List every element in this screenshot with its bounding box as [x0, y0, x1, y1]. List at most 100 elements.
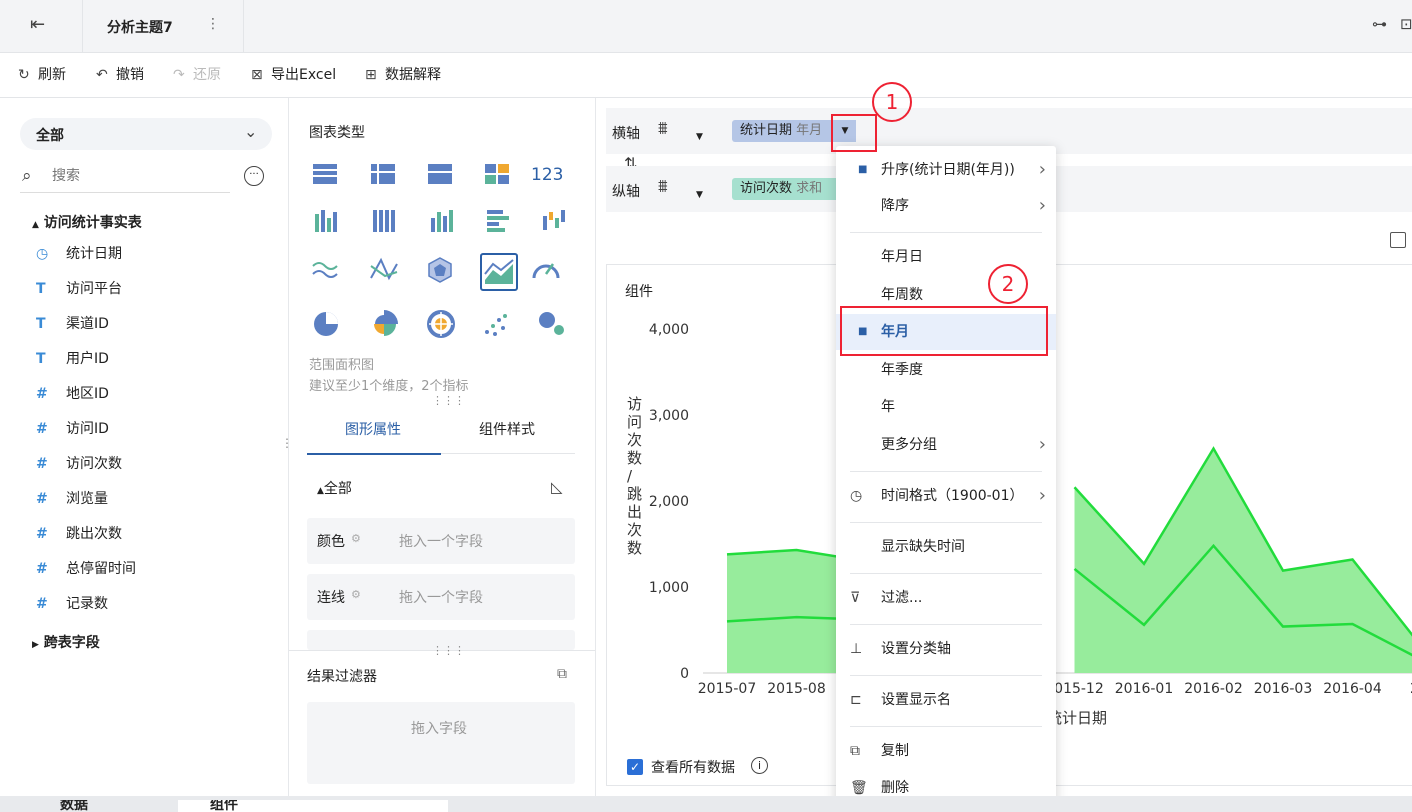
tab-component[interactable]: 组件 [178, 800, 448, 812]
undo-button[interactable]: ↶ 撤销 [96, 53, 144, 97]
color-property[interactable]: 颜色 ⚙ 拖入一个字段 [307, 518, 575, 564]
menu-time-format[interactable]: ◷ 时间格式（1900-01） › [836, 478, 1056, 514]
clock-icon: ◷ [850, 488, 863, 504]
field-item[interactable]: # 跳出次数 [36, 522, 122, 546]
menu-year-month-day[interactable]: 年月日 [836, 239, 1056, 275]
chevron-right-icon: › [1038, 485, 1046, 506]
text-field-icon: T [36, 351, 46, 367]
filter-icon: ⊽ [850, 590, 861, 606]
redo-button[interactable]: ↷ 还原 [173, 53, 221, 97]
x-tick-label: 2016-01 [1115, 681, 1174, 697]
y-axis-title-char: 问 [627, 413, 643, 431]
connect-line-property[interactable]: 连线 ⚙ 拖入一个字段 [307, 574, 575, 620]
y-tick-label: 0 [680, 666, 689, 682]
scope-select[interactable]: 全部 ⌄ [20, 118, 272, 150]
chevron-down-icon: ⌄ [244, 122, 258, 141]
more-icon[interactable]: ⋮ [206, 16, 220, 32]
field-item[interactable]: # 浏览量 [36, 487, 108, 511]
menu-separator [850, 232, 1042, 233]
field-item[interactable]: # 访问ID [36, 417, 109, 441]
y-tick-label: 1,000 [649, 580, 689, 596]
menu-asc[interactable]: ■ 升序(统计日期(年月)) › [836, 152, 1056, 188]
area-type-icon[interactable]: ◺ [551, 478, 563, 496]
kpi-card-icon [485, 164, 509, 184]
field-item[interactable]: T 用户ID [36, 347, 109, 371]
menu-desc[interactable]: 降序 › [836, 188, 1056, 224]
gear-icon[interactable]: ⚙ [351, 588, 361, 601]
tab-graphic-properties[interactable]: 图形属性 [307, 406, 441, 455]
stacked-bar-icon [373, 210, 395, 232]
dashboard-icon[interactable]: ⊡ [1400, 15, 1412, 33]
bar-chart-icon [431, 210, 453, 232]
analysis-title[interactable]: 分析主题7 [107, 17, 173, 37]
caret-down-icon[interactable]: ▼ [696, 132, 703, 142]
field-item[interactable]: ◷ 统计日期 [36, 242, 122, 266]
y-axis-title: 访问次数 / 跳出次数 [627, 395, 647, 557]
flow-icon[interactable]: ⊶ [1372, 15, 1387, 33]
show-all-checkbox[interactable]: ✓ [627, 759, 643, 775]
refresh-button[interactable]: ↻ 刷新 [18, 53, 66, 97]
menu-separator [850, 726, 1042, 727]
drag-handle[interactable]: ⋮⋮⋮ [432, 644, 465, 657]
info-icon[interactable]: i [751, 757, 768, 774]
y-axis-type-icon[interactable]: ⩩ [658, 176, 668, 197]
cross-table-node[interactable]: ▶ 跨表字段 [32, 632, 100, 652]
refresh-icon: ↻ [18, 67, 30, 83]
menu-show-missing[interactable]: 显示缺失时间 [836, 529, 1056, 565]
chart-type-hint-desc: 建议至少1个维度，2个指标 [309, 379, 469, 394]
field-label: 总停留时间 [66, 561, 136, 577]
all-section[interactable]: ▲全部 [317, 478, 352, 498]
field-item[interactable]: T 访问平台 [36, 277, 122, 301]
field-item[interactable]: # 地区ID [36, 382, 109, 406]
result-filter-dropzone[interactable]: 拖入字段 [307, 702, 575, 784]
gear-icon[interactable]: ⚙ [351, 532, 361, 545]
number-field-icon: # [36, 456, 48, 472]
menu-separator [850, 624, 1042, 625]
menu-separator [850, 675, 1042, 676]
tab-data[interactable]: 数据 [24, 800, 176, 812]
export-excel-button[interactable]: ⊠ 导出Excel [251, 53, 336, 97]
menu-year[interactable]: 年 [836, 389, 1056, 425]
menu-set-category-axis[interactable]: ⊥ 设置分类轴 [836, 631, 1056, 667]
field-label: 地区ID [66, 386, 109, 402]
x-axis-type-icon[interactable]: ⩩ [658, 118, 668, 139]
category-axis-icon: ⊥ [850, 641, 863, 657]
filter-settings-icon[interactable]: ⧉ [557, 666, 567, 682]
selected-dot-icon: ■ [858, 164, 868, 175]
chart-type-hint-name: 范围面积图 [309, 358, 375, 373]
data-explain-button[interactable]: ⊞ 数据解释 [365, 53, 441, 97]
field-item[interactable]: # 总停留时间 [36, 557, 136, 581]
number-field-icon: # [36, 526, 48, 542]
menu-set-display-name[interactable]: ⊏ 设置显示名 [836, 682, 1056, 718]
field-item[interactable]: # 访问次数 [36, 452, 122, 476]
x-tick-label: 2016-04 [1323, 681, 1382, 697]
option-checkbox[interactable] [1390, 232, 1406, 248]
date-field-icon: ◷ [36, 246, 49, 262]
menu-separator [850, 573, 1042, 574]
tab-component-style[interactable]: 组件样式 [441, 406, 575, 453]
menu-filter[interactable]: ⊽ 过滤... [836, 580, 1056, 616]
number-field-icon: # [36, 421, 48, 437]
text-field-icon: T [36, 316, 46, 332]
search-input[interactable] [50, 167, 224, 185]
chevron-right-icon: › [1038, 159, 1046, 180]
more-options-icon[interactable]: ··· [244, 166, 264, 186]
y-axis-label: 纵轴 [612, 184, 640, 200]
scope-value: 全部 [36, 128, 64, 144]
y-axis-title-char: 跳 [627, 485, 643, 503]
search-icon: ⌕ [22, 166, 32, 186]
menu-more-group[interactable]: 更多分组 › [836, 427, 1056, 463]
menu-copy[interactable]: ⧉ 复制 [836, 733, 1056, 769]
x-tick-label: 2016-02 [1184, 681, 1243, 697]
field-label: 访问ID [66, 421, 109, 437]
exit-icon[interactable]: ⇤ [30, 14, 45, 35]
y-axis-title-char: 次 [627, 431, 643, 449]
number-field-icon: # [36, 491, 48, 507]
field-item[interactable]: T 渠道ID [36, 312, 109, 336]
menu-year-quarter[interactable]: 年季度 [836, 352, 1056, 388]
table-node[interactable]: ▲ 访问统计事实表 [32, 212, 142, 232]
y-axis-title-char: 次 [627, 521, 643, 539]
field-item[interactable]: # 记录数 [36, 592, 108, 616]
caret-down-icon[interactable]: ▼ [696, 190, 703, 200]
search-box[interactable]: ⌕ [20, 164, 230, 193]
